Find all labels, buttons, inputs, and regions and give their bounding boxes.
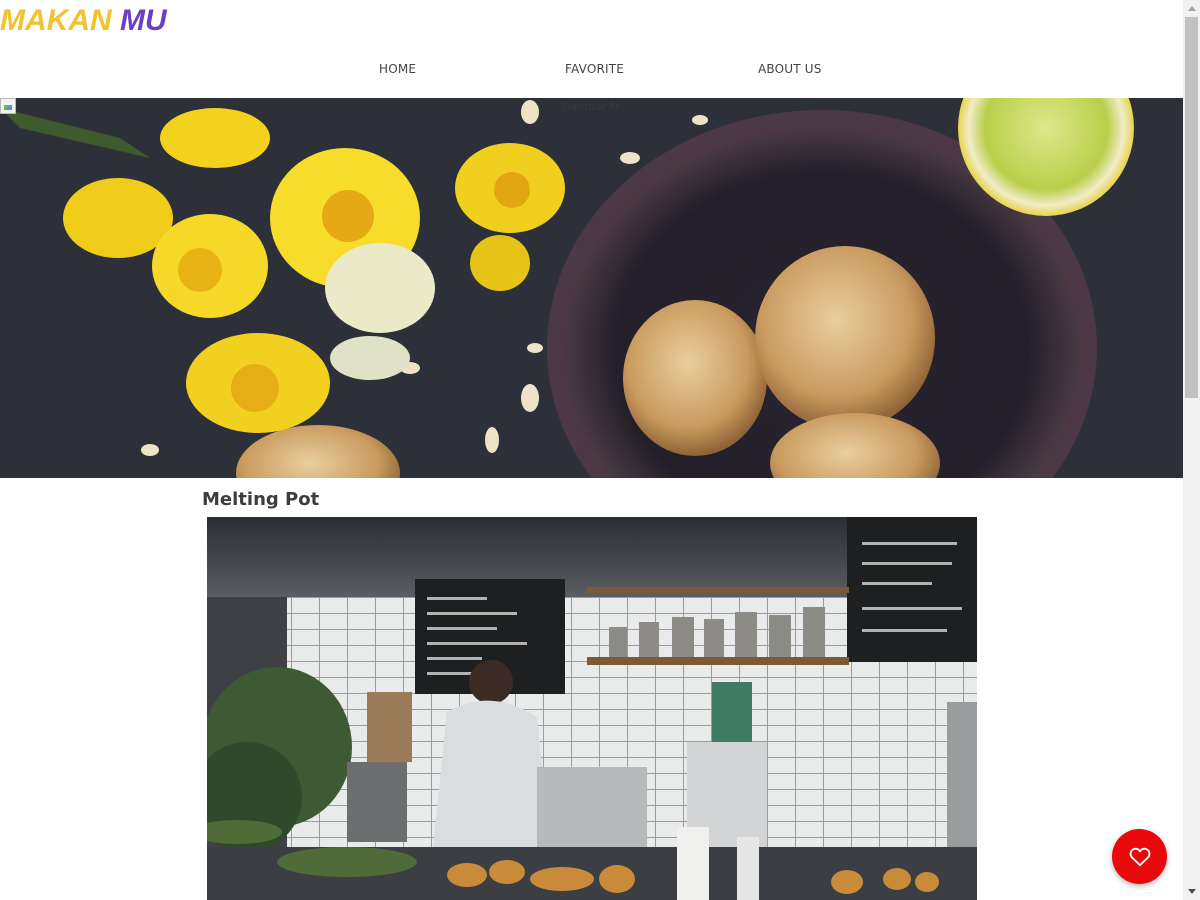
nav-about-us[interactable]: ABOUT US <box>758 62 822 76</box>
logo-text-mu: MU <box>120 4 167 37</box>
cafe-photo <box>207 517 977 900</box>
scroll-thumb[interactable] <box>1185 17 1198 398</box>
hero-banner: Gambar Fr <box>0 98 1183 478</box>
hero-image <box>0 98 1183 478</box>
section-title: Melting Pot <box>202 489 320 510</box>
main-nav: HOME FAVORITE ABOUT US <box>0 62 1183 82</box>
broken-image-icon <box>0 98 16 114</box>
scroll-up-arrow-icon[interactable] <box>1183 0 1200 17</box>
restaurant-image[interactable] <box>207 517 977 900</box>
page-scrollbar[interactable] <box>1183 0 1200 900</box>
scroll-down-arrow-icon[interactable] <box>1183 883 1200 900</box>
page: MAKAN MU HOME FAVORITE ABOUT US Gambar F… <box>0 0 1183 900</box>
logo-text-makan: MAKAN <box>0 4 112 37</box>
heart-icon <box>1129 847 1150 866</box>
nav-home[interactable]: HOME <box>379 62 416 76</box>
favorite-fab-button[interactable] <box>1112 829 1167 884</box>
site-logo[interactable]: MAKAN MU <box>0 4 167 42</box>
nav-favorite[interactable]: FAVORITE <box>565 62 624 76</box>
hero-alt-text: Gambar Fr <box>562 100 620 113</box>
